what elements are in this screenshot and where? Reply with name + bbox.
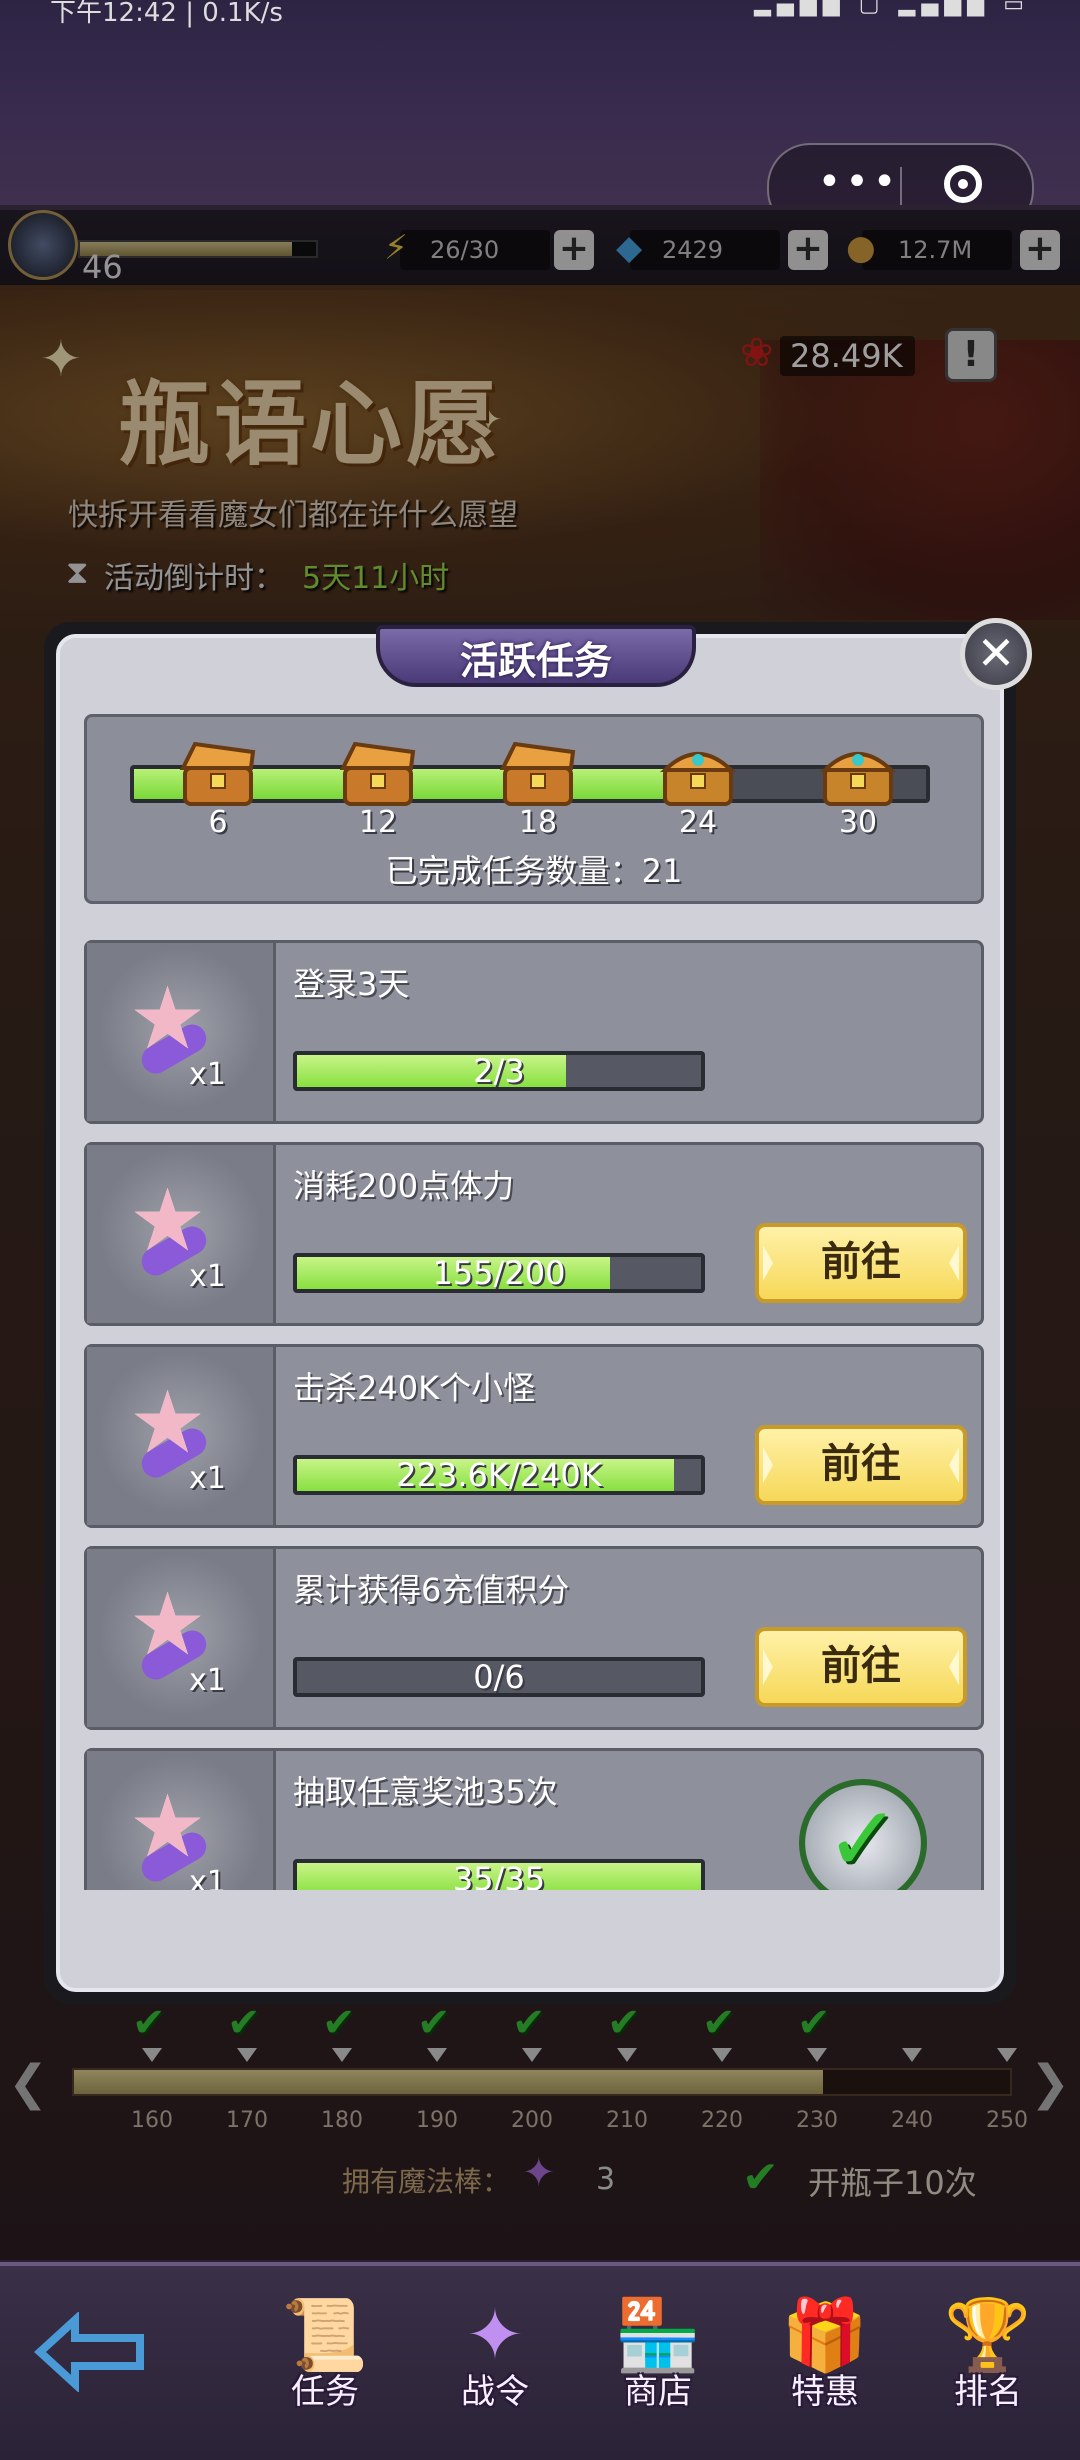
task-progress-bar: 0/6 bbox=[293, 1657, 705, 1697]
close-button[interactable]: ✕ bbox=[960, 618, 1032, 690]
reward-slot[interactable]: ★ x1 bbox=[87, 943, 276, 1121]
reward-quantity: x1 bbox=[189, 1259, 226, 1294]
nav-deals[interactable]: 🎁 特惠 bbox=[755, 2290, 895, 2420]
task-progress-bar: 35/35 bbox=[293, 1859, 705, 1890]
task-description: 消耗200点体力 bbox=[293, 1167, 515, 1205]
magic-wand-icon: ★ bbox=[129, 1575, 207, 1675]
go-button[interactable]: 前往 bbox=[755, 1627, 967, 1707]
nav-battle-pass[interactable]: ✦ 战令 bbox=[425, 2290, 565, 2420]
reward-slot[interactable]: ★ x1 bbox=[87, 1347, 276, 1525]
milestone-label: 24 bbox=[678, 805, 718, 840]
capsule-divider bbox=[900, 167, 902, 209]
task-row: ★ x1 累计获得6充值积分 0/6 前往 bbox=[84, 1546, 984, 1730]
nav-tasks[interactable]: 📜 任务 bbox=[255, 2290, 395, 2420]
nav-shop[interactable]: 🏪 商店 bbox=[588, 2290, 728, 2420]
task-row: ★ x1 抽取任意奖池35次 35/35 ✓ bbox=[84, 1748, 984, 1890]
chest-closed-icon[interactable] bbox=[817, 738, 899, 808]
go-button[interactable]: 前往 bbox=[755, 1223, 967, 1303]
task-progress-text: 2/3 bbox=[473, 1052, 525, 1090]
reward-slot[interactable]: ★ x1 bbox=[87, 1549, 276, 1727]
milestone-label: 18 bbox=[518, 805, 558, 840]
task-row: ★ x1 登录3天 2/3 bbox=[84, 940, 984, 1124]
magic-wand-icon: ★ bbox=[129, 969, 207, 1069]
nav-divider bbox=[0, 2262, 1080, 2266]
milestone-label: 30 bbox=[838, 805, 878, 840]
back-arrow-icon bbox=[34, 2310, 144, 2394]
task-description: 登录3天 bbox=[293, 965, 410, 1003]
task-progress-bar: 155/200 bbox=[293, 1253, 705, 1293]
nav-label: 特惠 bbox=[791, 2372, 859, 2412]
reward-quantity: x1 bbox=[189, 1865, 226, 1890]
completed-task-count: 已完成任务数量：21 bbox=[385, 852, 683, 890]
magic-wand-icon: ★ bbox=[129, 1171, 207, 1271]
task-description: 抽取任意奖池35次 bbox=[293, 1773, 558, 1811]
reward-quantity: x1 bbox=[189, 1461, 226, 1496]
task-progress-bar: 2/3 bbox=[293, 1051, 705, 1091]
nav-label: 任务 bbox=[291, 2372, 359, 2412]
nav-label: 排名 bbox=[954, 2372, 1022, 2412]
reward-slot[interactable]: ★ x1 bbox=[87, 1751, 276, 1890]
task-row: ★ x1 击杀240K个小怪 223.6K/240K 前往 bbox=[84, 1344, 984, 1528]
task-progress-text: 223.6K/240K bbox=[396, 1456, 602, 1494]
reward-quantity: x1 bbox=[189, 1663, 226, 1698]
reward-quantity: x1 bbox=[189, 1057, 226, 1092]
magic-wand-icon: ★ bbox=[129, 1777, 207, 1877]
back-button[interactable] bbox=[30, 2310, 150, 2394]
chest-open-icon[interactable] bbox=[177, 738, 259, 808]
nav-ranking[interactable]: 🏆 排名 bbox=[918, 2290, 1058, 2420]
nav-label: 商店 bbox=[624, 2372, 692, 2412]
chest-open-icon[interactable] bbox=[497, 738, 579, 808]
task-progress-text: 35/35 bbox=[452, 1860, 546, 1890]
close-miniprogram-button[interactable] bbox=[944, 165, 982, 203]
task-description: 累计获得6充值积分 bbox=[293, 1571, 570, 1609]
completed-check-icon: ✓ bbox=[799, 1779, 927, 1890]
go-button[interactable]: 前往 bbox=[755, 1425, 967, 1505]
status-icons: ▂▄▆█ ▢ ▂▄▆█ ▭ bbox=[754, 0, 1030, 17]
task-description: 击杀240K个小怪 bbox=[293, 1369, 536, 1407]
task-progress-text: 155/200 bbox=[432, 1254, 566, 1292]
task-progress-bar: 223.6K/240K bbox=[293, 1455, 705, 1495]
chest-open-icon[interactable] bbox=[337, 738, 419, 808]
nav-label: 战令 bbox=[461, 2372, 529, 2412]
task-list[interactable]: ★ x1 登录3天 2/3 ★ x1 消耗200点体力 155/200 前往 ★ x1 击杀240K个… bbox=[84, 940, 984, 1890]
task-progress-text: 0/6 bbox=[473, 1658, 525, 1696]
status-time: 下午12:42 | 0.1K/s bbox=[50, 0, 283, 28]
chest-closed-icon[interactable] bbox=[657, 738, 739, 808]
reward-slot[interactable]: ★ x1 bbox=[87, 1145, 276, 1323]
milestone-label: 12 bbox=[358, 805, 398, 840]
modal-title: 活跃任务 bbox=[459, 639, 612, 683]
milestone-label: 6 bbox=[208, 805, 228, 840]
task-row: ★ x1 消耗200点体力 155/200 前往 bbox=[84, 1142, 984, 1326]
magic-wand-icon: ★ bbox=[129, 1373, 207, 1473]
status-bar: 下午12:42 | 0.1K/s ▂▄▆█ ▢ ▂▄▆█ ▭ bbox=[0, 0, 1080, 28]
